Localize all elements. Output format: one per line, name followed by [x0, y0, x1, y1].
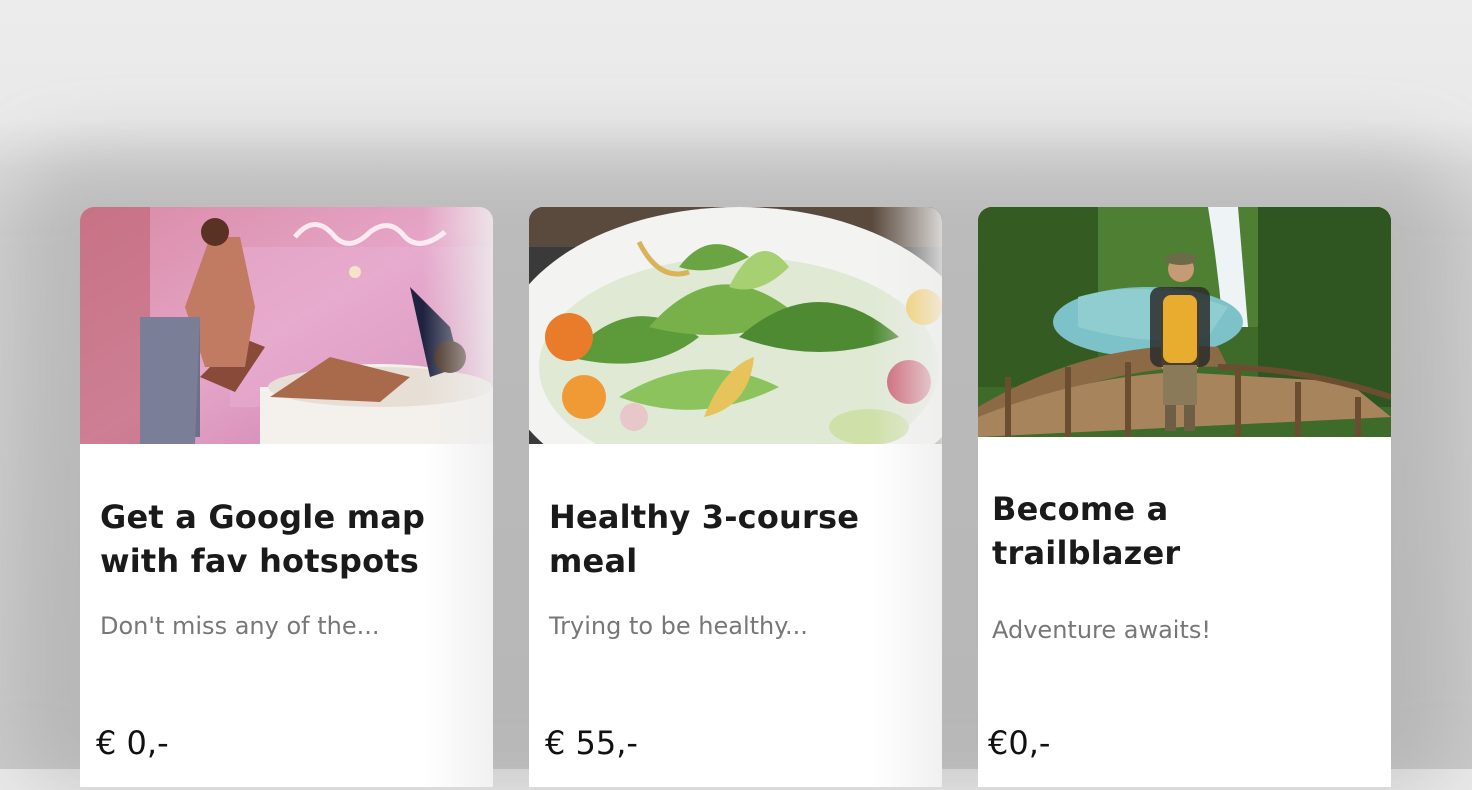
salad-plate-image	[529, 207, 942, 444]
waterfall-hiker-image	[978, 207, 1391, 437]
product-card[interactable]: Healthy 3-course meal Trying to be healt…	[529, 207, 942, 787]
card-title: Get a Google map with fav hotspots	[100, 498, 426, 580]
card-title: Healthy 3-course meal	[549, 498, 860, 580]
card-price: € 0,-	[96, 724, 169, 762]
card-description: Don't miss any of the...	[100, 612, 380, 640]
card-description: Adventure awaits!	[992, 616, 1212, 644]
party-bathtub-image	[80, 207, 493, 444]
card-price: €0,-	[988, 724, 1051, 762]
card-description: Trying to be healthy...	[549, 612, 808, 640]
page-background: Get a Google map with fav hotspots Don't…	[0, 0, 1472, 790]
card-title: Become a trailblazer	[992, 490, 1181, 572]
product-card[interactable]: Become a trailblazer Adventure awaits! €…	[978, 207, 1391, 787]
product-card[interactable]: Get a Google map with fav hotspots Don't…	[80, 207, 493, 787]
card-price: € 55,-	[545, 724, 638, 762]
